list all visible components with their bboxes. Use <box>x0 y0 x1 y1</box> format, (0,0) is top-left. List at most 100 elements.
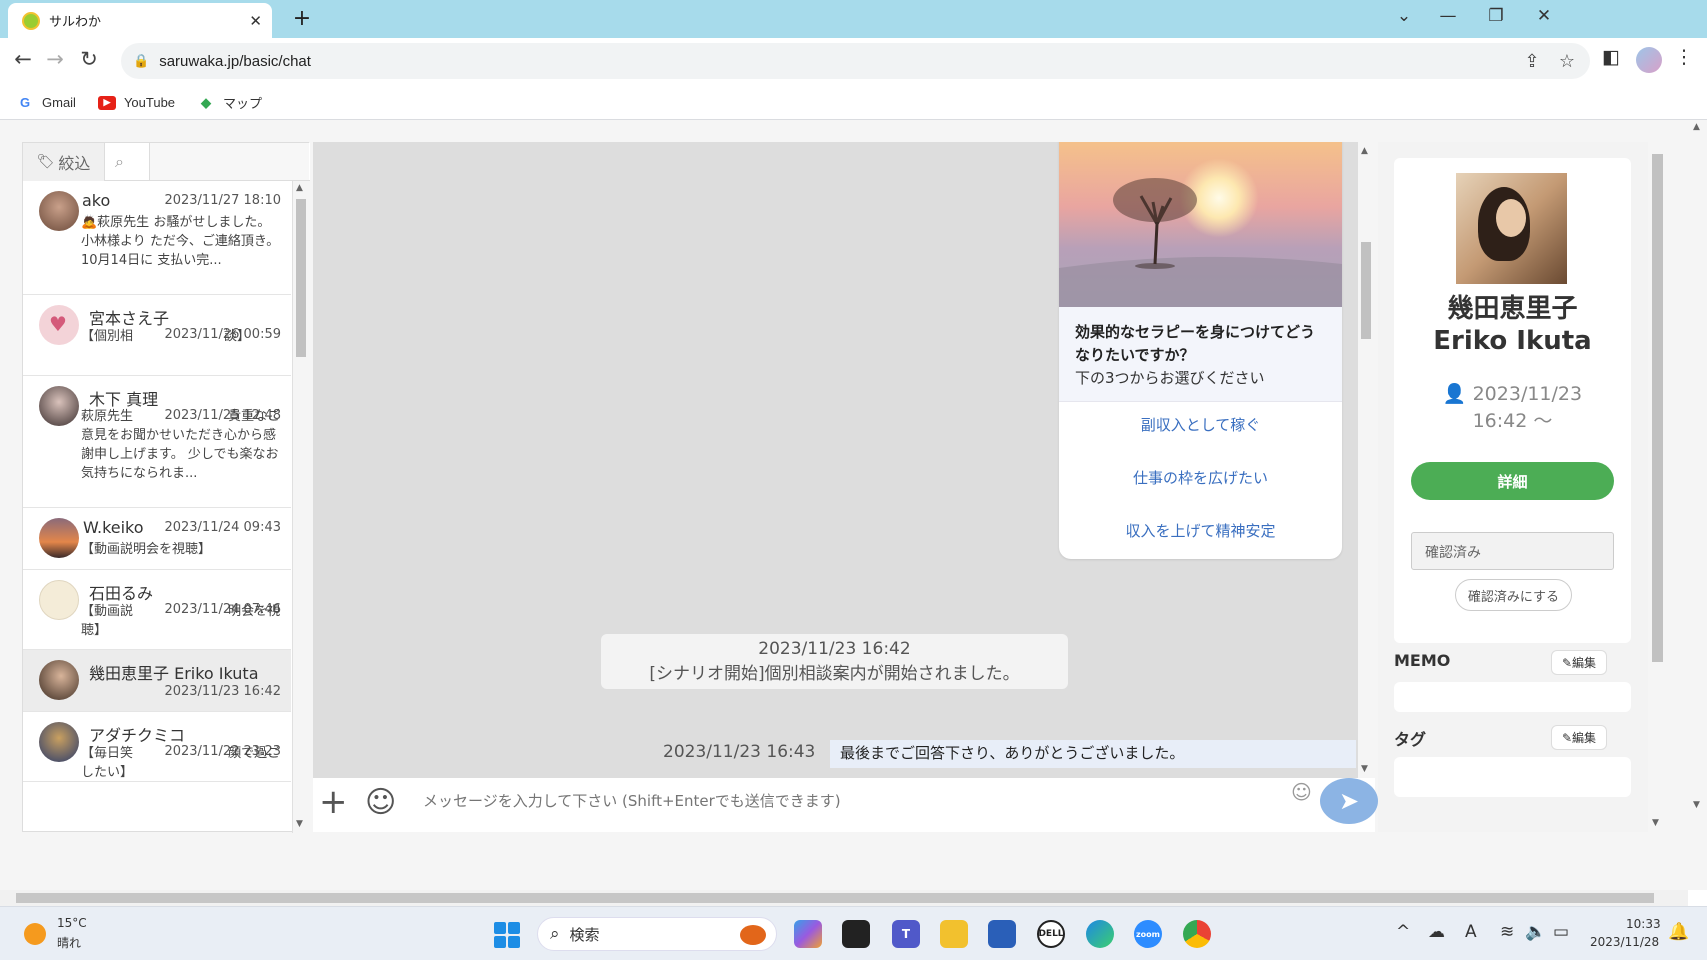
card-option-3[interactable]: 収入を上げて精神安定 <box>1059 520 1342 541</box>
site-favicon-icon <box>22 11 40 30</box>
weather-sun-icon[interactable] <box>24 923 46 945</box>
message-composer: + ☺ ☺ ➤ <box>313 778 1378 832</box>
card-option-2[interactable]: 仕事の枠を広げたい <box>1059 467 1342 488</box>
contact-preview: 【個別相 談】 <box>81 329 251 344</box>
task-view-icon[interactable] <box>842 920 870 948</box>
scrollbar-thumb[interactable] <box>1361 242 1371 339</box>
scroll-down-icon[interactable]: ▼ <box>296 819 303 829</box>
scroll-up-icon[interactable]: ▲ <box>296 183 303 193</box>
bookmark-label: YouTube <box>123 95 176 110</box>
emoji-icon[interactable]: ☺ <box>1291 780 1312 804</box>
scrollbar-thumb[interactable] <box>1652 154 1663 662</box>
tab-search-icon[interactable]: ⌄ <box>1390 6 1418 26</box>
contact-item[interactable]: 木下 真理 2023/11/25 12:48 萩原先生 貴重なご意見をお聞かせい… <box>23 376 291 508</box>
memo-edit-button[interactable]: ✎ 編集 <box>1551 650 1607 675</box>
battery-icon[interactable]: ▭ <box>1553 922 1569 942</box>
maximize-icon[interactable]: ❐ <box>1482 6 1510 26</box>
card-option-1[interactable]: 副収入として稼ぐ <box>1059 414 1342 435</box>
scroll-down-icon[interactable]: ▼ <box>1361 764 1368 774</box>
contact-preview: 【動画説 明会を視聴】 <box>81 604 281 638</box>
taskbar-search[interactable]: ⌕ 検索 <box>537 917 777 951</box>
tab-close-icon[interactable]: ✕ <box>249 12 262 30</box>
bookmark-star-icon[interactable]: ☆ <box>1555 51 1579 72</box>
chat-scrollbar[interactable]: ▲ ▼ <box>1358 142 1375 778</box>
share-icon[interactable]: ⇪ <box>1520 51 1544 72</box>
send-plane-icon: ➤ <box>1338 787 1360 815</box>
contact-date: 2023/11/23 16:42 <box>164 684 281 699</box>
bookmark-gmail[interactable]: G Gmail <box>16 95 76 110</box>
page-horizontal-scrollbar[interactable] <box>0 890 1688 906</box>
page-vertical-scrollbar[interactable]: ▲ ▼ <box>1688 120 1707 890</box>
send-button[interactable]: ➤ <box>1320 778 1378 824</box>
message-input[interactable] <box>423 786 1223 816</box>
contact-item[interactable]: ♥ 宮本さえ子 2023/11/26 00:59 【個別相 談】 <box>23 295 291 376</box>
address-bar[interactable]: 🔒 saruwaka.jp/basic/chat <box>121 43 1590 79</box>
filter-button[interactable]: 🏷 絞込 <box>23 143 105 181</box>
detail-button[interactable]: 詳細 <box>1411 462 1614 500</box>
onedrive-icon[interactable]: ☁ <box>1428 922 1445 942</box>
bookmark-youtube[interactable]: ▶ YouTube <box>97 95 176 110</box>
contact-name: 宮本さえ子 <box>89 309 170 328</box>
contact-name: 石田るみ <box>89 584 154 603</box>
tag-box[interactable] <box>1394 757 1631 797</box>
forward-icon[interactable]: → <box>40 47 70 71</box>
bookmark-maps[interactable]: ◆ マップ <box>197 93 262 112</box>
contact-item[interactable]: W.keiko 2023/11/24 09:43 【動画説明会を視聴】 <box>23 508 291 570</box>
profile-name-jp: 幾田恵里子 <box>1447 294 1578 324</box>
clock-time[interactable]: 10:33 <box>1626 917 1661 931</box>
profile-panel-scrollbar[interactable]: ▼ <box>1649 142 1666 832</box>
scroll-up-icon[interactable]: ▲ <box>1361 146 1368 156</box>
contact-name: アダチクミコ <box>89 726 186 745</box>
chrome-icon[interactable] <box>1183 920 1211 948</box>
edge-icon[interactable] <box>1086 920 1114 948</box>
window-close-icon[interactable]: ✕ <box>1530 6 1558 26</box>
minimize-icon[interactable]: — <box>1434 6 1462 26</box>
copilot-icon[interactable] <box>794 920 822 948</box>
new-tab-button[interactable]: + <box>288 6 316 31</box>
browser-toolbar: ← → ↻ 🔒 saruwaka.jp/basic/chat ⇪ ☆ ◧ ⋮ <box>0 38 1707 86</box>
teams-icon[interactable]: T <box>892 920 920 948</box>
scrollbar-thumb[interactable] <box>296 199 306 357</box>
memo-box[interactable] <box>1394 682 1631 712</box>
filter-label: 絞込 <box>58 154 91 173</box>
photo-face <box>1496 199 1526 237</box>
file-explorer-icon[interactable] <box>940 920 968 948</box>
wifi-icon[interactable]: ≋ <box>1500 922 1514 942</box>
scroll-down-icon[interactable]: ▼ <box>1693 800 1700 810</box>
clock-date[interactable]: 2023/11/28 <box>1590 935 1659 949</box>
side-panel-icon[interactable]: ◧ <box>1597 46 1625 68</box>
contact-preview: 【毎日笑 顔で過ごしたい】 <box>81 746 281 780</box>
url-text[interactable]: saruwaka.jp/basic/chat <box>159 53 311 70</box>
profile-avatar[interactable] <box>1636 47 1662 73</box>
contact-item-selected[interactable]: 幾田恵里子 Eriko Ikuta 2023/11/23 16:42 <box>23 650 291 712</box>
status-select[interactable]: 確認済み <box>1411 532 1614 570</box>
contact-item[interactable]: アダチクミコ 2023/11/22 23:23 【毎日笑 顔で過ごしたい】 <box>23 712 291 782</box>
tag-title: タグ <box>1394 730 1427 749</box>
store-icon[interactable] <box>988 920 1016 948</box>
zoom-icon[interactable]: zoom <box>1134 920 1162 948</box>
notification-icon[interactable]: 🔔 <box>1668 922 1689 942</box>
reload-icon[interactable]: ↻ <box>74 47 104 71</box>
menu-kebab-icon[interactable]: ⋮ <box>1670 46 1698 68</box>
sticker-smile-icon[interactable]: ☺ <box>365 785 396 820</box>
browser-tab[interactable]: サルわか ✕ <box>8 3 272 38</box>
volume-icon[interactable]: 🔈 <box>1525 922 1546 942</box>
scrollbar-thumb[interactable] <box>16 893 1654 903</box>
browser-titlebar: サルわか ✕ + ⌄ — ❐ ✕ <box>0 0 1707 38</box>
contact-search-input[interactable] <box>149 143 309 180</box>
attach-plus-icon[interactable]: + <box>319 782 348 822</box>
tray-overflow-icon[interactable]: ^ <box>1396 922 1410 942</box>
edit-label: 編集 <box>1572 731 1597 745</box>
scroll-up-icon[interactable]: ▲ <box>1693 122 1700 132</box>
mark-confirmed-button[interactable]: 確認済みにする <box>1455 579 1572 611</box>
tag-icon: 🏷 <box>36 154 55 170</box>
scroll-down-icon[interactable]: ▼ <box>1652 818 1659 828</box>
dell-icon[interactable]: DELL <box>1037 920 1065 948</box>
ime-icon[interactable]: A <box>1465 922 1477 942</box>
contact-item[interactable]: ako 2023/11/27 18:10 🙇萩原先生 お騒がせしました。 小林様… <box>23 181 291 295</box>
start-button[interactable] <box>494 922 520 948</box>
contact-list-scrollbar[interactable]: ▲ ▼ <box>292 181 309 833</box>
contact-item[interactable]: 石田るみ 2023/11/24 07:46 【動画説 明会を視聴】 <box>23 570 291 650</box>
tag-edit-button[interactable]: ✎ 編集 <box>1551 725 1607 750</box>
back-icon[interactable]: ← <box>8 47 38 71</box>
